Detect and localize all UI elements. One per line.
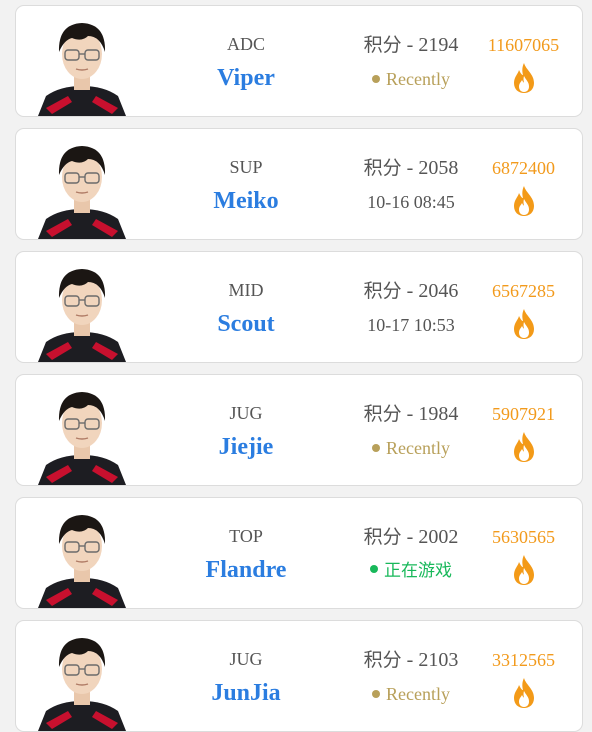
score-label: 积分 bbox=[363, 34, 402, 56]
status-text: Recently bbox=[386, 69, 450, 89]
player-status: 10-17 10:53 bbox=[346, 314, 476, 336]
player-portrait-icon bbox=[32, 258, 132, 362]
flame-icon bbox=[510, 308, 538, 340]
player-name[interactable]: Jiejie bbox=[166, 433, 326, 461]
score-value: 2046 bbox=[418, 280, 459, 302]
player-card[interactable]: JUG Jiejie 积分 - 1984 Recently 5907921 bbox=[15, 374, 583, 486]
heat-count: 5907921 bbox=[492, 404, 555, 424]
heat-count: 5630565 bbox=[492, 527, 555, 547]
player-status: 10-16 08:45 bbox=[346, 191, 476, 213]
score-label: 积分 bbox=[363, 157, 402, 179]
player-card[interactable]: JUG JunJia 积分 - 2103 Recently 3312565 bbox=[15, 620, 583, 732]
player-role: JUG bbox=[229, 649, 263, 669]
player-score: 积分 - 1984 bbox=[363, 403, 459, 425]
score-label: 积分 bbox=[363, 403, 402, 425]
player-portrait-icon bbox=[32, 504, 132, 608]
player-status: Recently bbox=[346, 437, 476, 459]
score-label: 积分 bbox=[363, 280, 402, 302]
status-dot-icon bbox=[372, 443, 380, 452]
score-label: 积分 bbox=[363, 526, 402, 548]
player-name[interactable]: Flandre bbox=[166, 556, 326, 584]
status-dot-icon bbox=[370, 565, 378, 573]
player-score: 积分 - 2194 bbox=[363, 34, 459, 56]
status-text: Recently bbox=[386, 438, 450, 458]
flame-icon bbox=[510, 62, 538, 94]
flame-icon bbox=[510, 677, 538, 709]
player-name[interactable]: JunJia bbox=[166, 679, 326, 707]
heat-count: 6872400 bbox=[492, 158, 555, 178]
player-role: MID bbox=[228, 280, 264, 300]
player-role: ADC bbox=[226, 34, 265, 54]
status-dot-icon bbox=[372, 689, 380, 698]
score-value: 2103 bbox=[418, 649, 459, 671]
score-label: 积分 bbox=[363, 649, 402, 671]
player-score: 积分 - 2046 bbox=[363, 280, 459, 302]
score-value: 2194 bbox=[418, 34, 459, 56]
player-role: SUP bbox=[229, 157, 263, 177]
player-portrait-icon bbox=[32, 627, 132, 731]
heat-count: 3312565 bbox=[492, 650, 555, 670]
status-text: Recently bbox=[386, 684, 450, 704]
player-name[interactable]: Meiko bbox=[166, 187, 326, 215]
player-portrait-icon bbox=[32, 12, 132, 116]
heat-count: 6567285 bbox=[492, 281, 555, 301]
player-card[interactable]: TOP Flandre 积分 - 2002 正在游戏 5630565 bbox=[15, 497, 583, 609]
player-role: TOP bbox=[229, 526, 263, 546]
player-score: 积分 - 2103 bbox=[363, 649, 459, 671]
flame-icon bbox=[510, 185, 538, 217]
player-portrait-icon bbox=[32, 135, 132, 239]
player-score: 积分 - 2002 bbox=[363, 526, 459, 548]
status-text: 10-17 10:53 bbox=[367, 315, 455, 335]
heat-count: 11607065 bbox=[487, 35, 560, 55]
player-score: 积分 - 2058 bbox=[363, 157, 459, 179]
score-value: 1984 bbox=[418, 403, 459, 425]
player-status: Recently bbox=[346, 68, 476, 90]
player-card[interactable]: ADC Viper 积分 - 2194 Recently 11607065 bbox=[15, 5, 583, 117]
flame-icon bbox=[510, 431, 538, 463]
status-text: 10-16 08:45 bbox=[367, 192, 455, 212]
player-status: Recently bbox=[346, 683, 476, 705]
player-portrait-icon bbox=[32, 381, 132, 485]
flame-icon bbox=[510, 554, 538, 586]
player-card[interactable]: SUP Meiko 积分 - 2058 10-16 08:45 6872400 bbox=[15, 128, 583, 240]
player-role: JUG bbox=[229, 403, 263, 423]
player-name[interactable]: Scout bbox=[166, 310, 326, 338]
score-value: 2058 bbox=[418, 157, 459, 179]
status-text: 正在游戏 bbox=[384, 561, 452, 581]
status-dot-icon bbox=[372, 74, 380, 83]
player-name[interactable]: Viper bbox=[166, 64, 326, 92]
score-value: 2002 bbox=[418, 526, 459, 548]
player-status: 正在游戏 bbox=[346, 560, 476, 582]
player-card[interactable]: MID Scout 积分 - 2046 10-17 10:53 6567285 bbox=[15, 251, 583, 363]
